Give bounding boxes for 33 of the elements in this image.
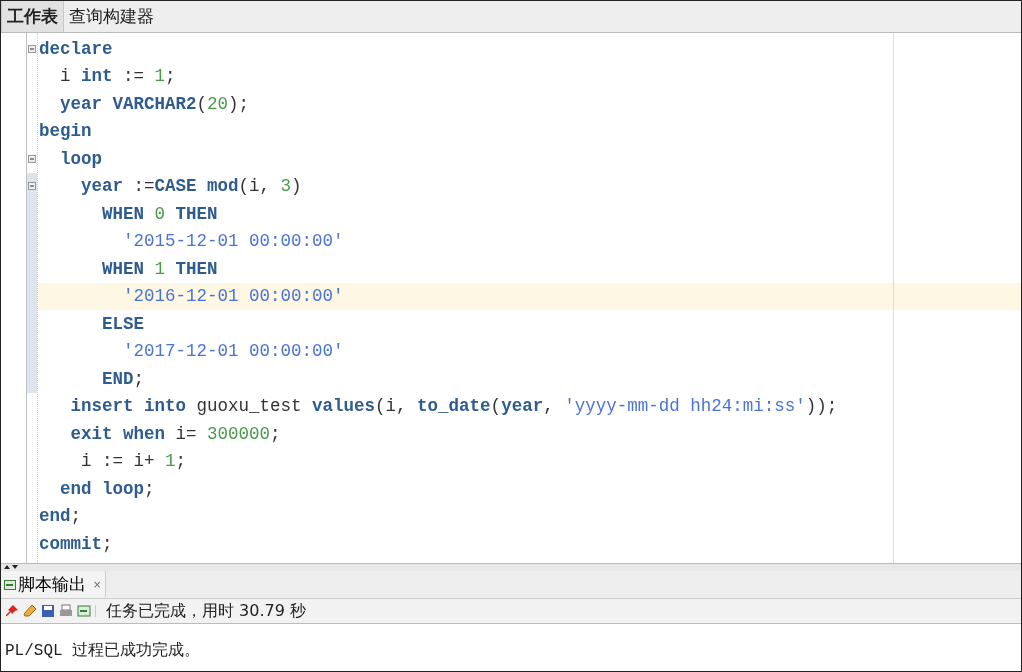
code-line: '2015-12-01 00:00:00' xyxy=(122,230,345,254)
code-line: i := i+ 1; xyxy=(80,450,188,474)
status-text: 任务已完成，用时 30.79 秒 xyxy=(106,600,306,622)
print-icon[interactable] xyxy=(59,604,73,618)
output-tab[interactable]: 脚本输出 × xyxy=(1,571,107,598)
code-line: year :=CASE mod(i, 3) xyxy=(80,175,303,199)
fold-icon[interactable] xyxy=(28,44,36,53)
code-line: begin xyxy=(38,120,93,144)
code-line: END; xyxy=(101,367,146,391)
code-line: declare xyxy=(38,37,114,61)
tab[interactable]: 工作表 xyxy=(1,1,64,32)
code-line: WHEN 0 THEN xyxy=(101,202,219,226)
close-icon[interactable]: × xyxy=(93,579,102,590)
code-line: WHEN 1 THEN xyxy=(101,257,219,281)
eraser-icon[interactable] xyxy=(23,604,37,618)
code-line: end loop; xyxy=(59,477,156,501)
save-icon[interactable] xyxy=(41,604,55,618)
script-output-icon[interactable] xyxy=(77,604,91,618)
output-message: PL/SQL 过程已成功完成。 xyxy=(5,642,201,660)
code-line: insert into guoxu_test values(i, to_date(year, 'yyyy-mm-dd hh24:mi:ss')); xyxy=(69,395,839,419)
pin-icon[interactable] xyxy=(5,604,19,618)
splitter-arrows-icon[interactable] xyxy=(4,564,18,570)
code-line: exit when i= 300000; xyxy=(69,422,282,446)
code-line: year VARCHAR2(20); xyxy=(59,92,251,116)
code-line: i int := 1; xyxy=(59,65,177,89)
code-line: commit; xyxy=(38,532,114,556)
fold-icon[interactable] xyxy=(28,154,36,163)
code-line: '2017-12-01 00:00:00' xyxy=(122,340,345,364)
code-line: end; xyxy=(38,505,83,529)
fold-icon[interactable] xyxy=(28,182,36,191)
script-output-icon xyxy=(4,578,16,591)
code-line: ELSE xyxy=(101,312,146,336)
code-line: loop xyxy=(59,147,103,171)
